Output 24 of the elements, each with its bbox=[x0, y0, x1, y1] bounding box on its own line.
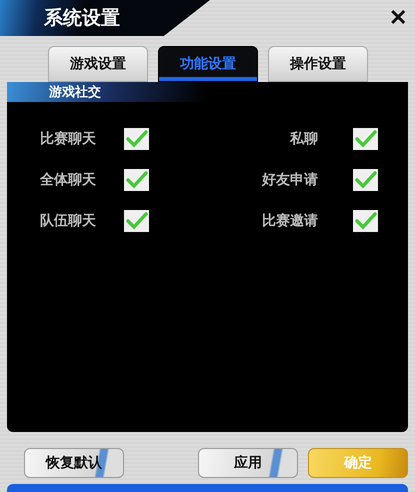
option-label: 好友申请 bbox=[262, 171, 318, 189]
check-mark-icon bbox=[126, 212, 148, 230]
option-label: 队伍聊天 bbox=[40, 212, 96, 230]
option-label: 比赛聊天 bbox=[40, 130, 96, 148]
check-mark-icon bbox=[354, 171, 376, 189]
tab[interactable]: 游戏设置 bbox=[48, 46, 148, 82]
tab[interactable]: 功能设置 bbox=[158, 46, 258, 82]
tab[interactable]: 操作设置 bbox=[268, 46, 368, 82]
option-label: 比赛邀请 bbox=[262, 212, 318, 230]
close-button[interactable]: ✕ bbox=[389, 5, 415, 31]
window-title: 系统设置 bbox=[44, 6, 120, 31]
checkbox[interactable] bbox=[124, 128, 149, 150]
checkbox[interactable] bbox=[353, 169, 378, 191]
check-mark-icon bbox=[126, 171, 148, 189]
option-label: 私聊 bbox=[290, 130, 318, 148]
check-mark-icon bbox=[354, 130, 376, 148]
checkbox[interactable] bbox=[353, 210, 378, 232]
option-label: 全体聊天 bbox=[40, 171, 96, 189]
checkbox[interactable] bbox=[124, 169, 149, 191]
apply-button[interactable]: 应用 bbox=[198, 448, 298, 478]
checkbox[interactable] bbox=[353, 128, 378, 150]
check-mark-icon bbox=[126, 130, 148, 148]
check-mark-icon bbox=[354, 212, 376, 230]
checkbox[interactable] bbox=[124, 210, 149, 232]
